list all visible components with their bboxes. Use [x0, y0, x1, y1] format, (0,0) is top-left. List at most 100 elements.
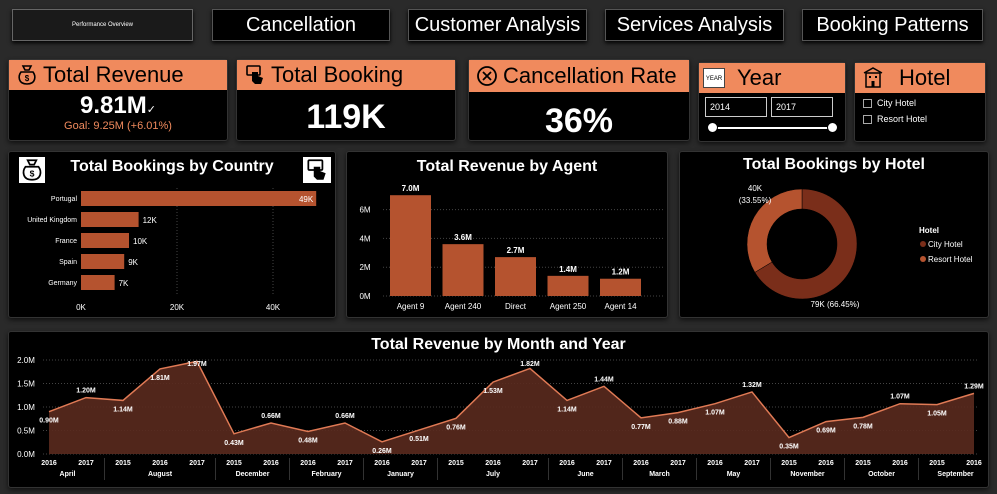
- data-label: 0.51M: [409, 436, 429, 443]
- kpi-total-revenue: $ Total Revenue 9.81M✓ Goal: 9.25M (+6.0…: [8, 59, 228, 141]
- data-label: 0.48M: [298, 437, 318, 444]
- year-from-input[interactable]: 2014: [705, 97, 767, 117]
- year-tick-label: 2016: [559, 460, 575, 467]
- data-label: 1.29M: [964, 383, 984, 390]
- year-tick-label: 2016: [485, 460, 501, 467]
- legend-swatch: [920, 241, 926, 247]
- year-to-input[interactable]: 2017: [771, 97, 833, 117]
- year-tick-label: 2015: [781, 460, 797, 467]
- cancel-circle-icon: [477, 66, 497, 86]
- data-label: 2.7M: [507, 246, 525, 255]
- bar: [442, 244, 484, 296]
- checkbox[interactable]: [863, 114, 872, 124]
- year-tick-label: 2016: [263, 460, 279, 467]
- nav-label: Booking Patterns: [816, 13, 969, 36]
- month-label: May: [727, 471, 741, 478]
- kpi-header: Cancellation Rate: [469, 60, 689, 92]
- month-label: February: [312, 471, 342, 478]
- hotel-donut-chart: 40K (33.55%) 79K (66.45%) Hotel City Hotel Re…: [739, 184, 973, 309]
- year-tick-label: 2017: [744, 460, 760, 467]
- tick-label: 0.0M: [17, 450, 35, 459]
- kpi-header: Total Booking: [237, 60, 455, 90]
- slicer-header: YEAR Year: [699, 63, 845, 93]
- kpi-cancellation-rate: Cancellation Rate 36%: [468, 59, 690, 141]
- kpi-title: Total Booking: [271, 62, 404, 87]
- data-label: 3.6M: [454, 233, 472, 242]
- checkbox[interactable]: [863, 98, 872, 108]
- tick-label: 2.0M: [17, 356, 35, 365]
- month-label: June: [577, 471, 593, 478]
- year-tick-label: 2016: [300, 460, 316, 467]
- data-label: 0.76M: [446, 424, 466, 431]
- bar: [81, 191, 317, 206]
- nav-customer-analysis[interactable]: Customer Analysis: [408, 9, 587, 41]
- data-label: 12K: [143, 216, 158, 225]
- legend-title: Hotel: [919, 226, 939, 235]
- data-label: 0.78M: [853, 423, 873, 430]
- year-slider-end-handle[interactable]: [827, 122, 838, 133]
- kpi-title: Total Revenue: [43, 62, 184, 87]
- tick-label: 6M: [359, 206, 370, 215]
- year-slider-track: [713, 127, 833, 129]
- hotel-slicer: Hotel City Hotel Resort Hotel: [854, 62, 986, 142]
- data-label: 7.0M: [402, 184, 420, 193]
- nav-services-analysis[interactable]: Services Analysis: [605, 9, 784, 41]
- nav-cancellation[interactable]: Cancellation: [212, 9, 390, 41]
- bar: [547, 275, 589, 296]
- country-chart-card: $ Total Bookings by Country Portugal 49K U…: [8, 151, 336, 318]
- data-label: 1.14M: [557, 406, 577, 413]
- month-label: August: [148, 471, 173, 478]
- year-tick-label: 2015: [115, 460, 131, 467]
- hand-pointer-icon: [303, 157, 331, 183]
- year-tick-label: 2017: [189, 460, 205, 467]
- nav-performance-overview[interactable]: Performance Overview: [12, 9, 193, 41]
- hotel-option-city[interactable]: City Hotel: [863, 98, 927, 108]
- category-label: Portugal: [51, 196, 78, 203]
- data-label: 1.53M: [483, 388, 503, 395]
- kpi-title: Cancellation Rate: [503, 63, 677, 88]
- year-tick-label: 2017: [596, 460, 612, 467]
- year-tick-label: 2017: [337, 460, 353, 467]
- kpi-total-booking: Total Booking 119K: [236, 59, 456, 141]
- year-tick-label: 2015: [929, 460, 945, 467]
- kpi-value: 9.81M✓: [80, 92, 156, 119]
- year-tick-label: 2015: [226, 460, 242, 467]
- slicer-title: Year: [737, 65, 782, 90]
- kpi-goal: Goal: 9.25M (+6.01%): [64, 120, 172, 132]
- month-label: October: [868, 471, 895, 478]
- tick-label: 1.0M: [17, 403, 35, 412]
- nav-booking-patterns[interactable]: Booking Patterns: [802, 9, 983, 41]
- bar: [81, 275, 115, 290]
- year-tick-label: 2017: [411, 460, 427, 467]
- hand-pointer-icon: [246, 65, 263, 84]
- month-label: March: [649, 471, 670, 478]
- data-label: 1.97M: [187, 361, 207, 368]
- bar: [600, 278, 641, 296]
- data-label: (33.55%): [739, 196, 772, 205]
- hotel-option-resort[interactable]: Resort Hotel: [863, 114, 927, 124]
- data-label: 1.20M: [76, 388, 96, 395]
- year-tick-label: 2015: [448, 460, 464, 467]
- data-label: 1.4M: [559, 265, 577, 274]
- month-label: April: [60, 471, 76, 478]
- month-label: January: [387, 471, 414, 478]
- month-label: November: [790, 471, 825, 478]
- month-label: September: [937, 471, 973, 478]
- year-tick-label: 2016: [374, 460, 390, 467]
- country-bar-chart: Portugal 49K United Kingdom 12K France 10K Spa…: [27, 188, 317, 312]
- bar: [495, 257, 536, 296]
- data-label: 1.2M: [612, 268, 630, 277]
- tick-label: 2M: [359, 263, 370, 272]
- category-label: Direct: [505, 302, 527, 311]
- kpi-header: $ Total Revenue: [9, 60, 227, 90]
- year-tick-label: 2016: [633, 460, 649, 467]
- data-label: 1.05M: [927, 411, 947, 418]
- year-tick-label: 2016: [152, 460, 168, 467]
- year-slider-start-handle[interactable]: [707, 122, 718, 133]
- category-label: Agent 9: [397, 302, 425, 311]
- data-label: 7K: [119, 279, 129, 288]
- year-tick-label: 2016: [892, 460, 908, 467]
- tick-label: 0K: [76, 303, 86, 312]
- category-label: Agent 14: [604, 302, 637, 311]
- legend-entry: Resort Hotel: [928, 255, 973, 264]
